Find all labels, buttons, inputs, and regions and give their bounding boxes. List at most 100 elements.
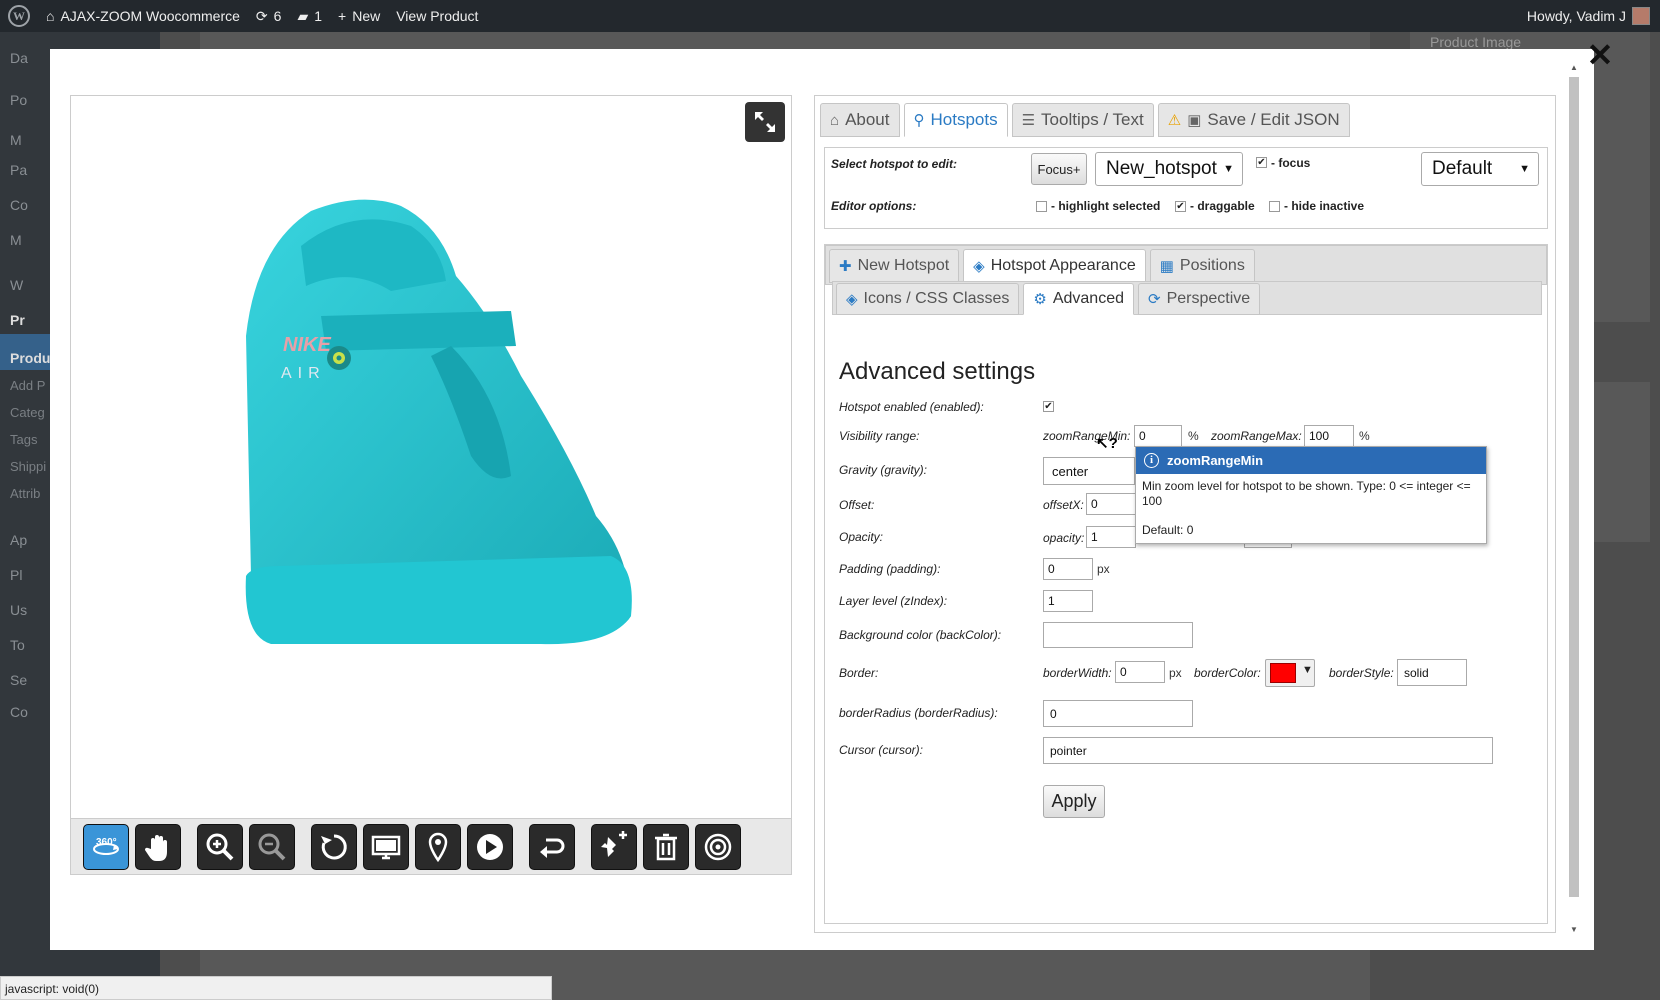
percent-unit: % (1359, 429, 1370, 443)
apply-button[interactable]: Apply (1043, 785, 1105, 818)
cursor-label: Cursor (cursor): (839, 743, 924, 757)
viewer-toolbar: 360° (71, 818, 791, 874)
focus-checkbox[interactable]: ✔ (1256, 157, 1267, 168)
chevron-down-icon: ▼ (1223, 163, 1234, 175)
refresh-icon: ⟳ (255, 7, 268, 24)
updates-link[interactable]: ⟳ 6 (248, 0, 290, 32)
zoom-range-max-input[interactable]: 100 (1304, 425, 1354, 447)
px-unit: px (1169, 666, 1182, 680)
highlight-selected-checkbox[interactable] (1036, 201, 1047, 212)
hotspot-tabs-container: ✚ New Hotspot ◈ Hotspot Appearance ▦ Positi… (824, 244, 1548, 924)
scroll-up-arrow[interactable]: ▲ (1568, 63, 1580, 72)
zoom-out-button[interactable] (249, 824, 295, 870)
tab-perspective[interactable]: ⟳ Perspective (1138, 283, 1261, 315)
paint-bucket-icon: ◈ (846, 291, 858, 308)
focus-plus-button[interactable]: Focus+ (1031, 153, 1087, 185)
home-icon: ⌂ (830, 111, 840, 129)
target-icon (704, 833, 732, 861)
gravity-select[interactable]: center (1043, 457, 1135, 485)
cursor-input[interactable]: pointer (1043, 737, 1493, 764)
enabled-label: Hotspot enabled (enabled): (839, 400, 984, 414)
svg-text:360°: 360° (96, 837, 117, 848)
spin-360-button[interactable]: 360° (83, 824, 129, 870)
zoom-range-min-input[interactable]: 0 (1134, 425, 1182, 447)
spin-settings-button[interactable] (695, 824, 741, 870)
rotate-icon (321, 834, 347, 860)
border-radius-input[interactable]: 0 (1043, 700, 1193, 727)
hotspot-select[interactable]: New_hotspot ▼ (1095, 152, 1243, 186)
bg-product-image-title: Product Image (1430, 34, 1522, 50)
plus-icon: + (338, 8, 347, 24)
tab-advanced[interactable]: ⚙ Advanced (1023, 283, 1134, 315)
hide-inactive-checkbox[interactable] (1269, 201, 1280, 212)
main-tabs: ⌂ About ⚲ Hotspots ☰ Tooltips / Text ⚠ ▣ Save… (820, 103, 1350, 137)
refresh-icon: ⟳ (1148, 291, 1161, 308)
opacity-input[interactable]: 1 (1086, 526, 1136, 548)
focus-label: - focus (1271, 156, 1311, 170)
chevron-down-icon: ▼ (1519, 163, 1530, 175)
chevron-down-icon: ▼ (1302, 664, 1313, 676)
hotspot-tabs: ✚ New Hotspot ◈ Hotspot Appearance ▦ Positi… (829, 249, 1255, 283)
zoom-out-icon (258, 833, 286, 861)
tab-about[interactable]: ⌂ About (820, 103, 900, 137)
advanced-settings-title: Advanced settings (839, 358, 1036, 385)
scroll-thumb[interactable] (1569, 77, 1579, 897)
modal-scrollbar[interactable]: ▲ ▼ (1568, 63, 1580, 935)
undo-button[interactable] (529, 824, 575, 870)
wp-logo-menu[interactable]: W (0, 0, 38, 32)
tab-positions[interactable]: ▦ Positions (1149, 249, 1255, 283)
border-style-input[interactable]: solid (1397, 659, 1467, 686)
border-width-input[interactable]: 0 (1115, 661, 1165, 683)
view-product-link[interactable]: View Product (388, 0, 486, 32)
comments-link[interactable]: ▰ 1 (289, 0, 330, 32)
offsetx-input[interactable]: 0 (1086, 493, 1136, 515)
delete-hotspot-button[interactable] (643, 824, 689, 870)
draggable-checkbox[interactable]: ✔ (1175, 201, 1186, 212)
appearance-tabs: ◈ Icons / CSS Classes ⚙ Advanced ⟳ Perspect… (836, 283, 1261, 315)
new-content-link[interactable]: + New (330, 0, 388, 32)
product-viewer[interactable]: NIKE AIR 360° (70, 95, 792, 875)
add-hotspot-button[interactable] (591, 824, 637, 870)
enabled-checkbox[interactable]: ✔ (1043, 401, 1054, 412)
plus-icon: ✚ (839, 258, 852, 275)
pin-add-icon (601, 831, 627, 857)
preset-select[interactable]: Default ▼ (1421, 152, 1539, 186)
close-button[interactable]: ✕ (1583, 38, 1617, 72)
visibility-label: Visibility range: (839, 429, 920, 443)
tab-save-edit-json[interactable]: ⚠ ▣ Save / Edit JSON (1157, 103, 1350, 137)
zoom-in-icon (206, 833, 234, 861)
reset-button[interactable] (311, 824, 357, 870)
hand-icon (144, 835, 167, 861)
fullscreen-toggle-button[interactable] (363, 824, 409, 870)
zindex-input[interactable]: 1 (1043, 590, 1093, 612)
select-hotspot-box: Select hotspot to edit: Focus+ New_hotsp… (824, 147, 1548, 229)
highlight-selected-label: - highlight selected (1051, 199, 1161, 213)
padding-input[interactable]: 0 (1043, 558, 1093, 580)
border-style-label: borderStyle: (1329, 666, 1394, 680)
backcolor-input[interactable] (1043, 622, 1193, 648)
play-button[interactable] (467, 824, 513, 870)
zoom-in-button[interactable] (197, 824, 243, 870)
layer-label: Layer level (zIndex): (839, 594, 948, 608)
save-icon: ▣ (1187, 112, 1202, 129)
paint-bucket-icon: ◈ (973, 258, 985, 275)
site-name-link[interactable]: ⌂ AJAX-ZOOM Woocommerce (38, 0, 248, 32)
trash-icon (655, 833, 677, 861)
gear-icon: ⚙ (1033, 291, 1047, 308)
product-image-sneaker[interactable]: NIKE AIR (71, 96, 791, 816)
tab-icons-css[interactable]: ◈ Icons / CSS Classes (836, 283, 1020, 315)
tab-hotspots[interactable]: ⚲ Hotspots (903, 103, 1008, 137)
border-color-picker[interactable]: ▼ (1265, 659, 1315, 687)
help-cursor-icon: ↖? (1096, 435, 1118, 452)
pan-button[interactable] (135, 824, 181, 870)
hotspots-button[interactable] (415, 824, 461, 870)
home-icon: ⌂ (46, 8, 55, 24)
tab-tooltips-text[interactable]: ☰ Tooltips / Text (1011, 103, 1154, 137)
border-color-label: borderColor: (1194, 666, 1261, 680)
map-marker-icon (428, 832, 448, 863)
scroll-down-arrow[interactable]: ▼ (1568, 925, 1580, 934)
tab-hotspot-appearance[interactable]: ◈ Hotspot Appearance (963, 249, 1146, 283)
tooltip-default: Default: 0 (1142, 523, 1194, 537)
my-account-link[interactable]: Howdy, Vadim J (1519, 0, 1660, 32)
tab-new-hotspot[interactable]: ✚ New Hotspot (829, 249, 960, 283)
